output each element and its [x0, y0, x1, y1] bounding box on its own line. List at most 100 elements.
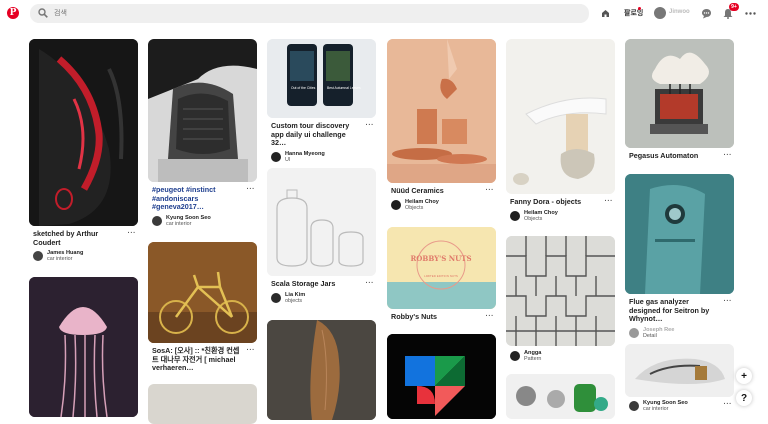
pin-attribution[interactable]: Joseph Ree Detail [625, 327, 734, 339]
pin-image[interactable] [148, 242, 257, 343]
pin-title[interactable]: SosA: [오사] :: *친환경 컨셉트 대나무 자전거 [ michael… [148, 346, 257, 373]
pin-card[interactable] [267, 320, 376, 420]
pinner-name[interactable]: Heilam Choy [524, 210, 558, 216]
board-name[interactable]: car interior [166, 221, 211, 227]
more-options-icon[interactable] [744, 7, 756, 19]
user-avatar[interactable] [510, 210, 520, 221]
board-name[interactable]: Pattern [524, 356, 541, 362]
pin-card[interactable]: Out of the Cities Best Autumnal Leaves Cu… [267, 39, 376, 163]
pin-title[interactable]: Nüüd Ceramics ··· [387, 186, 496, 196]
home-icon[interactable] [599, 7, 611, 19]
pin-more-options[interactable]: ··· [724, 152, 733, 159]
pin-card[interactable]: Nüüd Ceramics ··· Heilam Choy Objects [387, 39, 496, 211]
pin-attribution[interactable]: Angga Pattern [506, 350, 615, 362]
pin-image[interactable] [267, 168, 376, 276]
user-avatar[interactable] [629, 327, 639, 338]
pin-title[interactable]: Scala Storage Jars ··· [267, 279, 376, 289]
pin-image[interactable] [29, 39, 138, 226]
pin-title[interactable]: Custom tour discovery app daily ui chall… [267, 121, 376, 148]
pin-image[interactable] [625, 39, 734, 148]
board-name[interactable]: car interior [47, 256, 83, 262]
pin-attribution[interactable]: Heilam Choy Objects [387, 199, 496, 211]
pin-title[interactable]: Flue gas analyzer designed for Seitron b… [625, 297, 734, 324]
pinterest-logo-icon[interactable]: P [7, 7, 19, 19]
pin-image[interactable] [387, 39, 496, 183]
pin-title[interactable]: #peugeot #instinct #andoniscars #geneva2… [148, 185, 257, 212]
board-name[interactable]: car interior [643, 406, 688, 412]
board-name[interactable]: objects [285, 298, 305, 304]
pin-card[interactable]: Angga Pattern [506, 236, 615, 362]
pin-more-options[interactable]: ··· [724, 298, 733, 305]
pin-card[interactable] [29, 277, 138, 417]
pin-card[interactable]: Flue gas analyzer designed for Seitron b… [625, 174, 734, 339]
messages-icon[interactable] [700, 7, 712, 19]
pin-card[interactable]: SosA: [오사] :: *친환경 컨셉트 대나무 자전거 [ michael… [148, 242, 257, 373]
pin-attribution[interactable]: Kyung Soon Seo car interior [625, 400, 734, 412]
add-pin-button[interactable]: + [736, 368, 752, 384]
user-avatar[interactable] [271, 151, 281, 162]
pin-title[interactable]: Robby's Nuts ··· [387, 312, 496, 322]
pin-card[interactable]: Pegasus Automaton ··· [625, 39, 734, 161]
pin-image[interactable]: Out of the Cities Best Autumnal Leaves [267, 39, 376, 118]
pin-card[interactable]: ROBBY'S NUTS LIMITED EDITION NUTS Robby's… [387, 227, 496, 322]
user-avatar[interactable] [152, 215, 162, 226]
pin-attribution[interactable]: Heilam Choy Objects [506, 210, 615, 222]
pin-card[interactable]: sketched by Arthur Coudert ··· James Huan… [29, 39, 138, 262]
user-avatar[interactable] [271, 292, 281, 303]
pin-attribution[interactable]: Hanna Myeong UI [267, 151, 376, 163]
pin-image[interactable] [506, 374, 615, 419]
pin-title[interactable]: Fanny Dora - objects ··· [506, 197, 615, 207]
pin-image[interactable] [148, 384, 257, 424]
search-bar[interactable] [30, 4, 589, 23]
user-avatar[interactable] [391, 199, 401, 210]
pin-image[interactable] [148, 39, 257, 182]
pinner-name[interactable]: Joseph Ree [643, 327, 674, 333]
pin-card[interactable]: Fanny Dora - objects ··· Heilam Choy Objec… [506, 39, 615, 222]
pinner-name[interactable]: Hanna Myeong [285, 151, 325, 157]
pin-card[interactable]: Scala Storage Jars ··· Lia Kim objects [267, 168, 376, 304]
pin-title[interactable]: sketched by Arthur Coudert ··· [29, 229, 138, 247]
pin-card[interactable] [387, 334, 496, 419]
pin-image[interactable] [387, 334, 496, 419]
pin-more-options[interactable]: ··· [486, 187, 495, 194]
pin-card[interactable] [148, 384, 257, 424]
pin-title[interactable]: Pegasus Automaton ··· [625, 151, 734, 161]
pin-card[interactable] [506, 374, 615, 419]
pin-attribution[interactable]: Lia Kim objects [267, 292, 376, 304]
profile-avatar[interactable] [654, 7, 666, 19]
pin-image[interactable] [506, 39, 615, 194]
board-name[interactable]: UI [285, 157, 325, 163]
pinner-name[interactable]: Lia Kim [285, 292, 305, 298]
pin-card[interactable]: #peugeot #instinct #andoniscars #geneva2… [148, 39, 257, 227]
pin-attribution[interactable]: James Huang car interior [29, 250, 138, 262]
pinner-name[interactable]: Kyung Soon Seo [166, 215, 211, 221]
pin-more-options[interactable]: ··· [366, 280, 375, 287]
pin-more-options[interactable]: ··· [247, 186, 256, 193]
pin-card[interactable]: Kyung Soon Seo car interior ··· [625, 344, 734, 412]
pin-image[interactable]: ROBBY'S NUTS LIMITED EDITION NUTS [387, 227, 496, 309]
user-avatar[interactable] [629, 401, 639, 411]
pin-more-options[interactable]: ··· [605, 198, 614, 205]
user-avatar[interactable] [510, 351, 520, 361]
pin-image[interactable] [506, 236, 615, 346]
board-name[interactable]: Detail [643, 333, 674, 339]
pin-image[interactable] [625, 344, 734, 397]
pin-attribution[interactable]: Kyung Soon Seo car interior [148, 215, 257, 227]
board-name[interactable]: Objects [524, 216, 558, 222]
user-avatar[interactable] [33, 251, 43, 261]
notification-count-badge: 9+ [729, 3, 739, 11]
help-button[interactable]: ? [736, 390, 752, 406]
profile-username[interactable]: Jinwoo [669, 9, 690, 15]
board-name[interactable]: Objects [405, 205, 439, 211]
app-screen-text: Out of the Cities [291, 86, 316, 90]
pin-more-options[interactable]: ··· [366, 122, 375, 129]
pinner-name[interactable]: Heilam Choy [405, 199, 439, 205]
pin-more-options[interactable]: ··· [247, 347, 256, 354]
search-input[interactable] [54, 6, 574, 21]
pin-more-options[interactable]: ··· [724, 401, 733, 408]
pin-more-options[interactable]: ··· [486, 313, 495, 320]
pin-image[interactable] [29, 277, 138, 417]
pin-image[interactable] [267, 320, 376, 420]
pin-image[interactable] [625, 174, 734, 294]
pin-more-options[interactable]: ··· [128, 230, 137, 237]
